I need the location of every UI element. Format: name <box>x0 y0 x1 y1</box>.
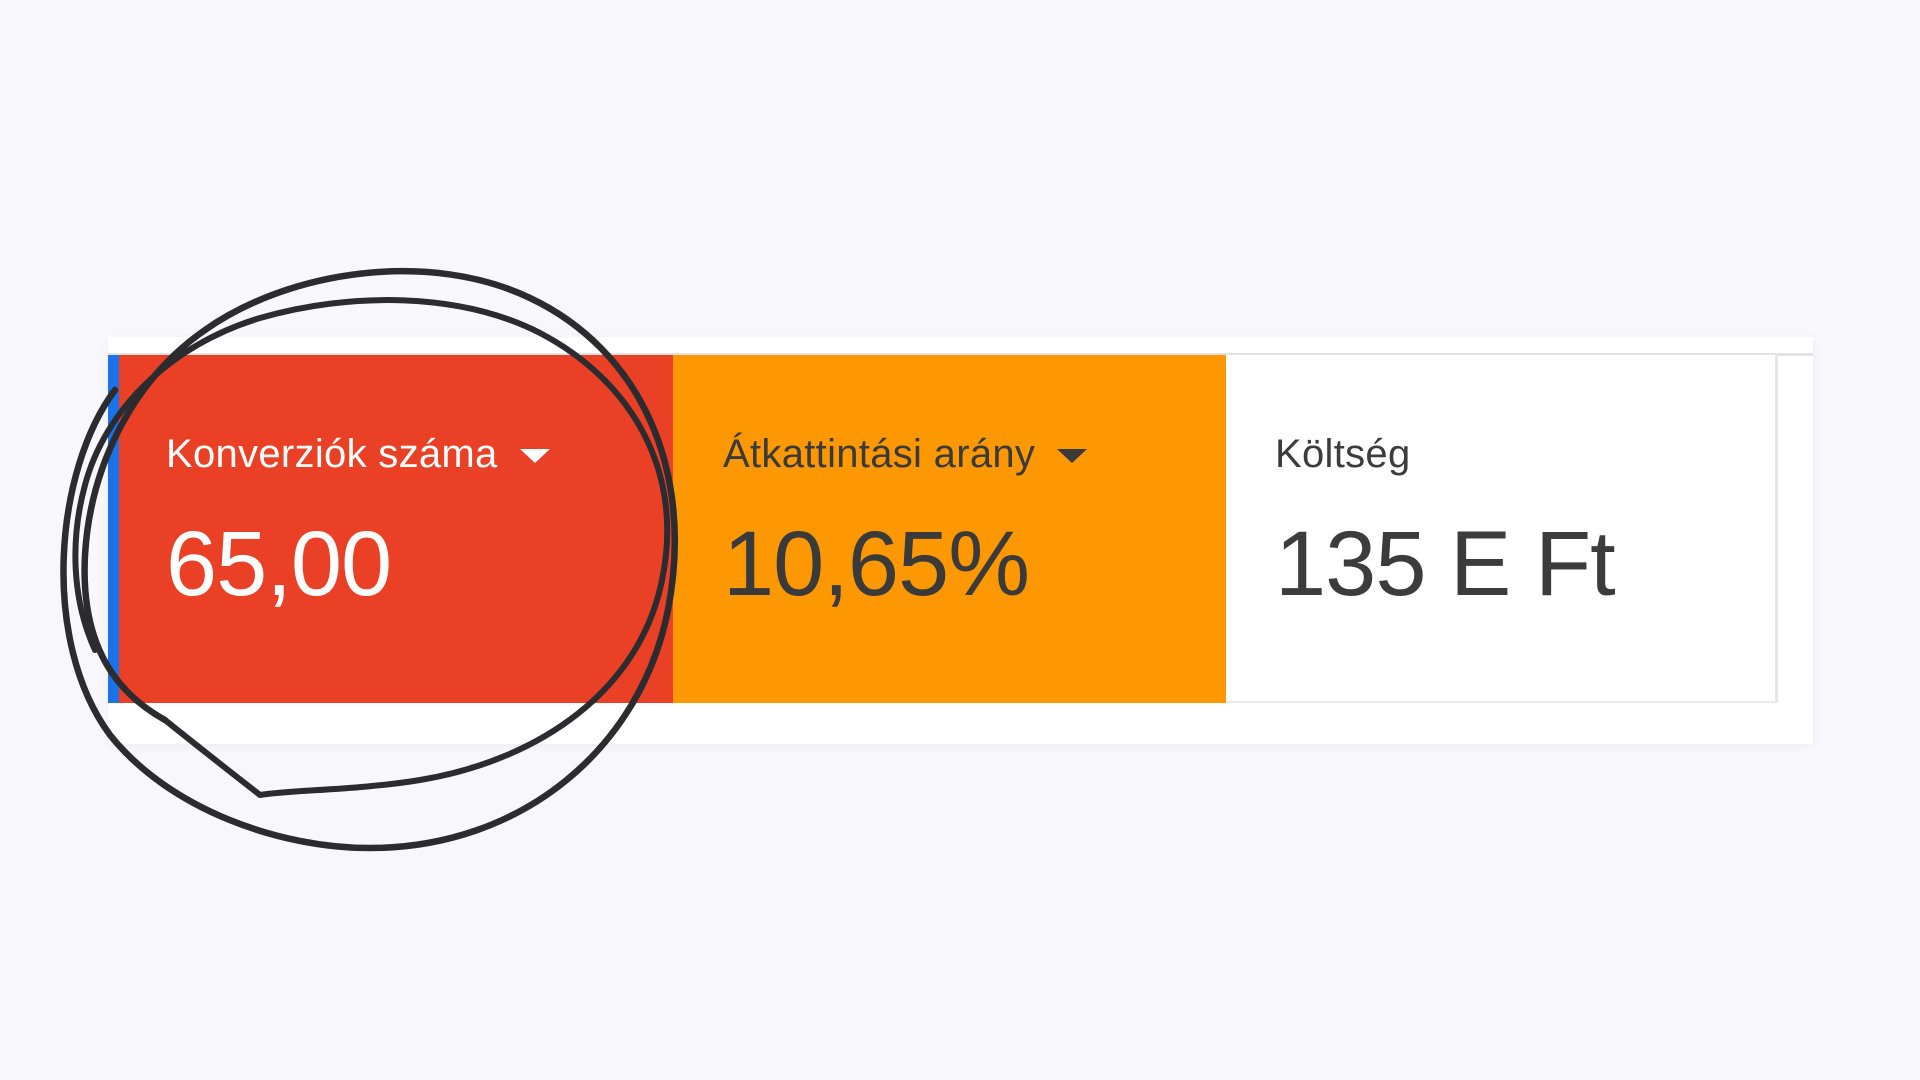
scorecard-cost[interactable]: Költség 135 E Ft <box>1226 355 1778 703</box>
caret-down-icon[interactable] <box>1057 448 1088 463</box>
scorecard-conversions[interactable]: Konverziók száma 65,00 <box>108 355 673 703</box>
scorecard-value: 65,00 <box>166 513 392 615</box>
scorecard-ctr[interactable]: Átkattintási arány 10,65% <box>673 355 1226 703</box>
scorecard-label: Konverziók száma <box>166 432 498 476</box>
scorecard-metric-selector[interactable]: Átkattintási arány <box>723 432 1088 477</box>
scorecard-value: 10,65% <box>723 513 1030 615</box>
scorecard-metric-label: Költség <box>1275 432 1411 477</box>
scorecard-value: 135 E Ft <box>1275 513 1616 615</box>
scorecard-label: Átkattintási arány <box>723 432 1036 476</box>
scorecard-row: Konverziók száma 65,00 Átkattintási arán… <box>108 355 1778 703</box>
scorecard-metric-selector[interactable]: Konverziók száma <box>166 432 550 477</box>
scorecard-label: Költség <box>1275 432 1411 476</box>
caret-down-icon[interactable] <box>519 448 550 463</box>
